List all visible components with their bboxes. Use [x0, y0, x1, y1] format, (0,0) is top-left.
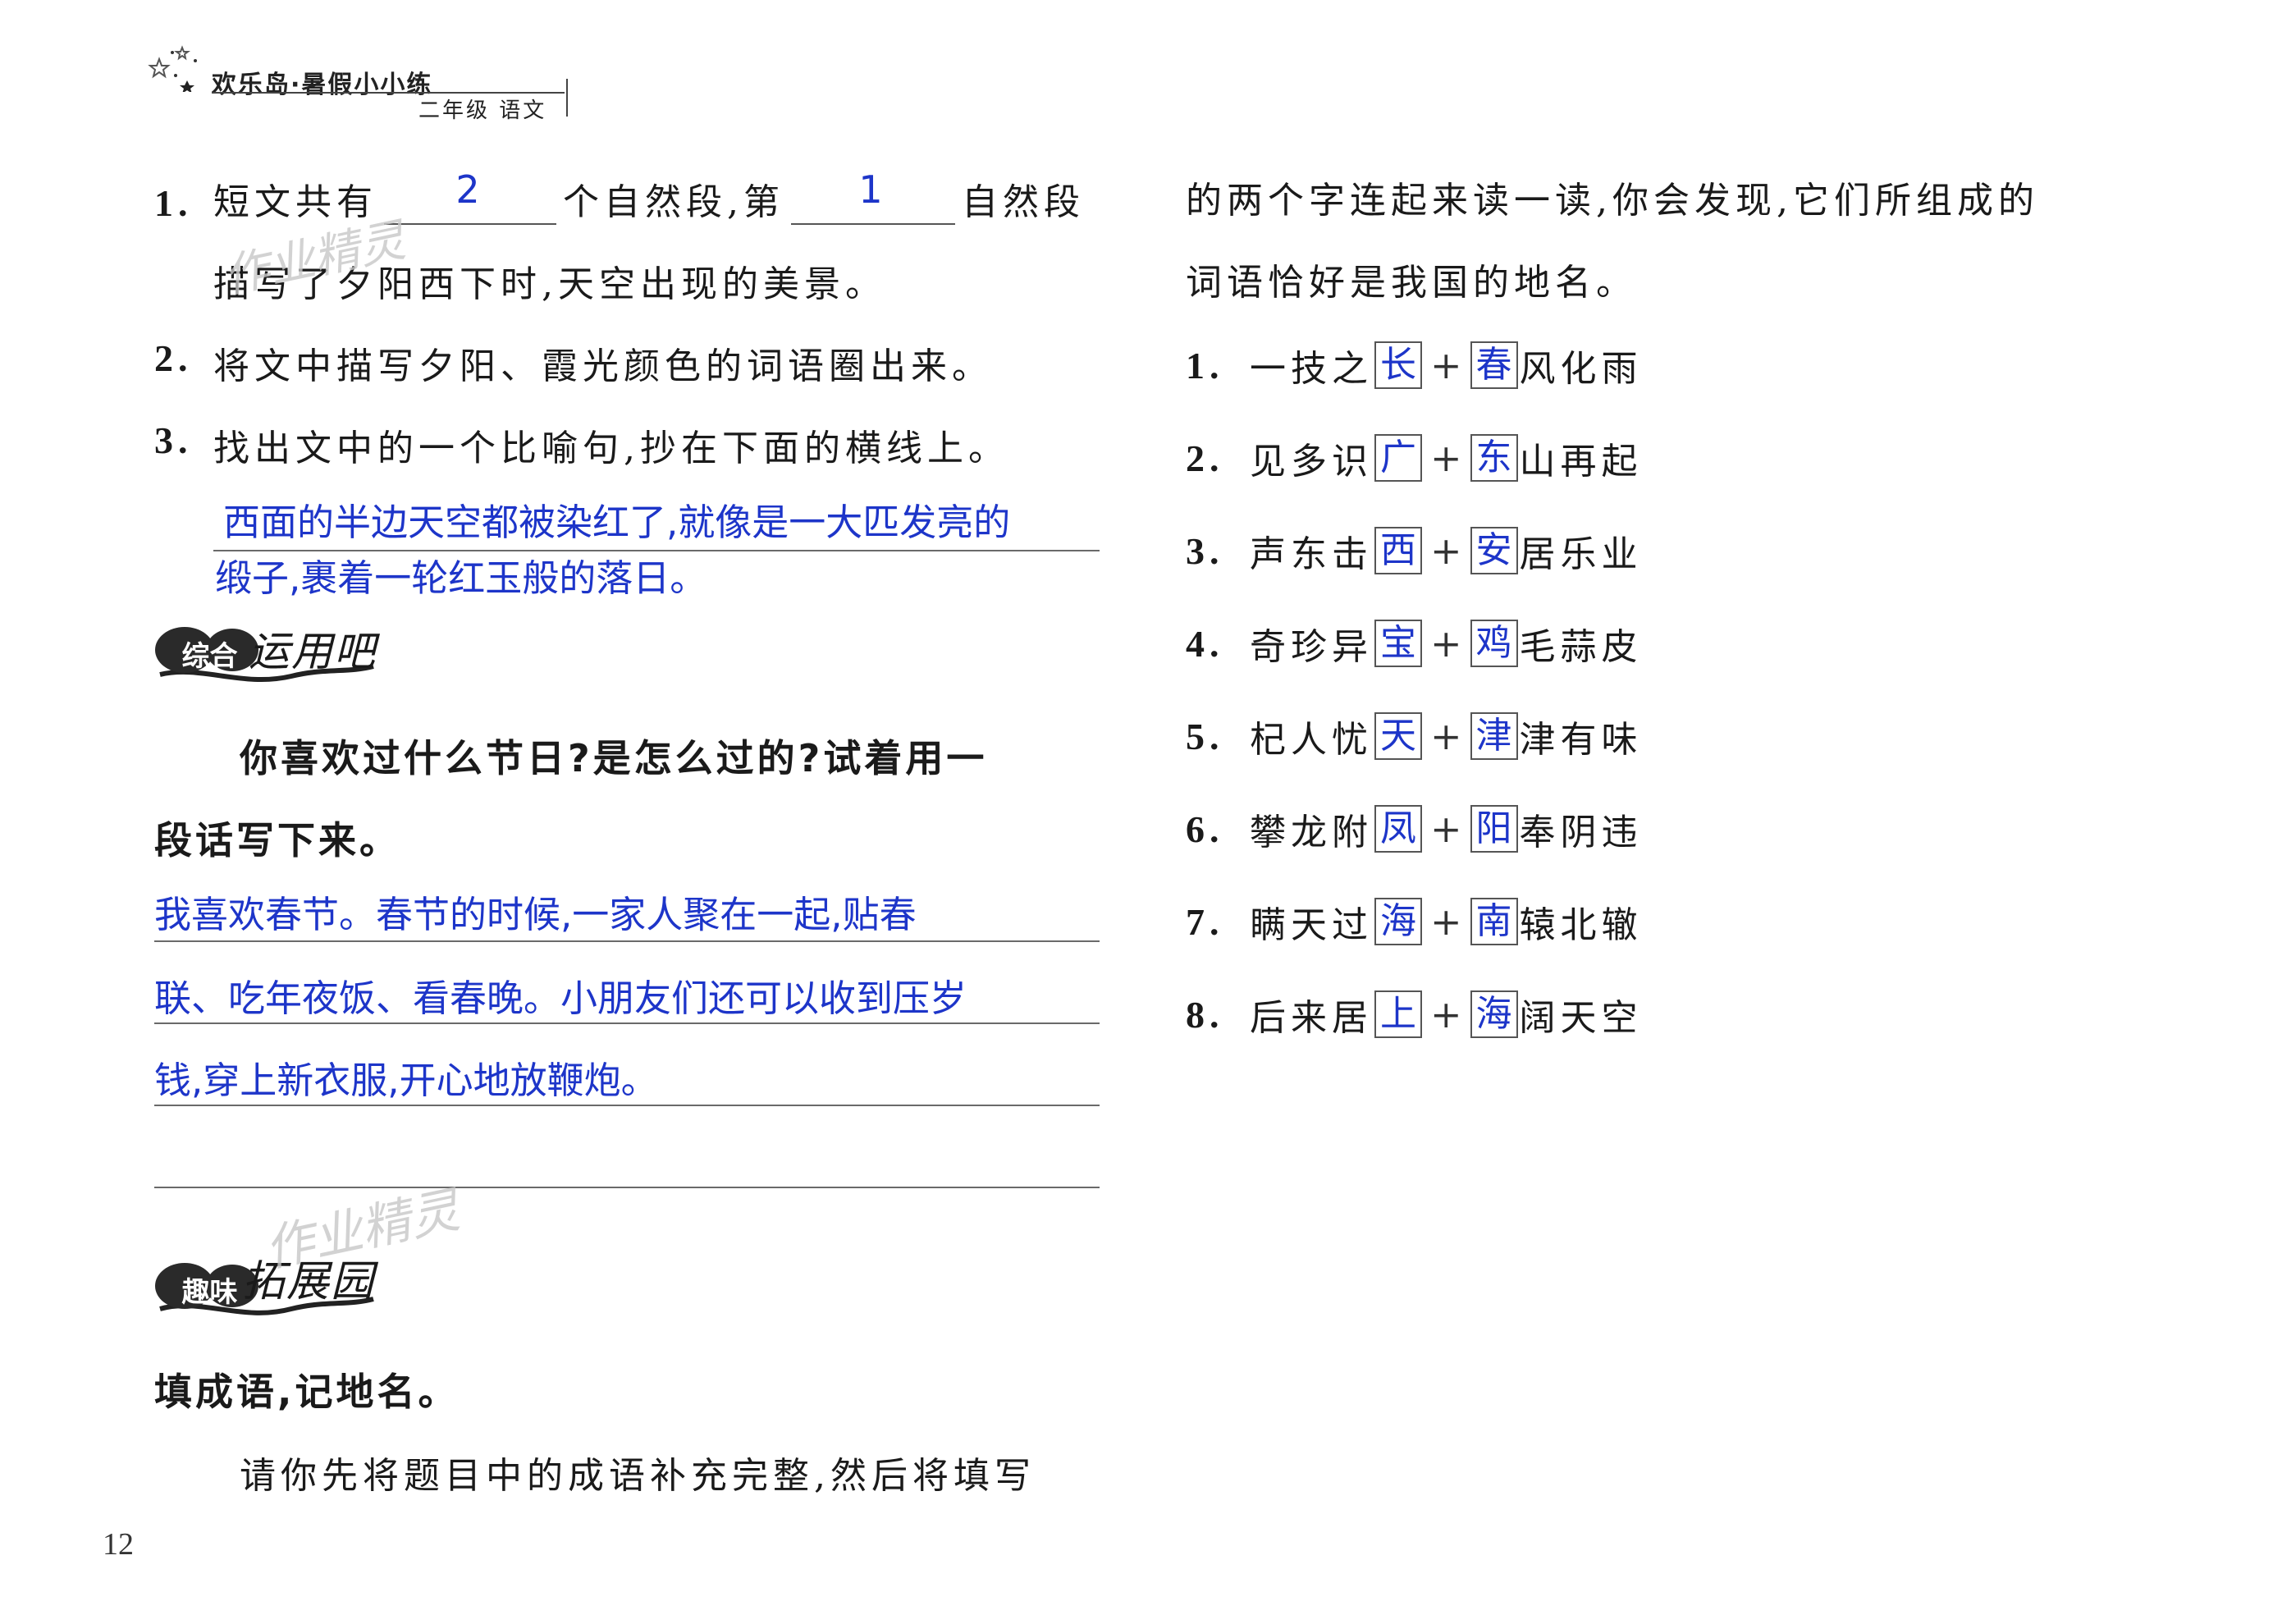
plus-icon: +: [1430, 714, 1462, 758]
idiom-suffix: 辕北辙: [1519, 904, 1643, 946]
answer-box[interactable]: 长: [1374, 341, 1422, 389]
idiom-suffix: 山再起: [1519, 441, 1643, 483]
answer-box[interactable]: 南: [1470, 898, 1518, 945]
idiom-item: 8. 后来居上 + 海阔天空: [1186, 986, 1643, 1043]
writing-answer-line: 钱,穿上新衣服,开心地放鞭炮。: [154, 1059, 658, 1102]
idiom-item: 5. 杞人忧天 + 津津有味: [1186, 707, 1643, 765]
extend-intro-line-2: 的两个字连起来读一读,你会发现,它们所组成的: [1186, 180, 2039, 222]
writing-answer-line: 联、吃年夜饭、看春晚。小朋友们还可以收到压岁: [154, 977, 967, 1020]
answer-rule: [154, 1022, 1100, 1024]
idiom-suffix: 毛蒜皮: [1519, 626, 1643, 668]
handwritten-answer: 2: [455, 167, 485, 212]
answer-box[interactable]: 安: [1470, 527, 1518, 574]
answer-rule: [154, 940, 1100, 942]
answer-box[interactable]: 东: [1470, 434, 1518, 482]
answer-rule: [154, 1187, 1100, 1188]
idiom-prefix: 声东击: [1250, 533, 1373, 575]
idiom-item: 3. 声东击西 + 安居乐业: [1186, 522, 1643, 579]
header-divider: [566, 79, 568, 117]
idiom-suffix: 风化雨: [1519, 348, 1643, 390]
idiom-suffix: 奉阴违: [1519, 812, 1643, 853]
answer-blank[interactable]: 1: [791, 167, 955, 225]
item-number: 8.: [1186, 993, 1224, 1036]
answer-box[interactable]: 宝: [1374, 620, 1422, 667]
extend-intro-line-1: 请你先将题目中的成语补充完整,然后将填写: [240, 1455, 1036, 1497]
answer-box[interactable]: 津: [1470, 712, 1518, 760]
series-title: 欢乐岛·暑假小小练: [212, 71, 433, 99]
item-number: 3.: [1186, 529, 1224, 572]
idiom-suffix: 居乐业: [1519, 533, 1643, 575]
extend-intro-line-3: 词语恰好是我国的地名。: [1186, 262, 1637, 304]
question-number: 3.: [154, 419, 193, 461]
idiom-item: 4. 奇珍异宝 + 鸡毛蒜皮: [1186, 615, 1643, 672]
question-2: 2. 将文中描写夕阳、霞光颜色的词语圈出来。: [154, 336, 993, 389]
item-number: 1.: [1186, 344, 1224, 387]
stars-icon: [148, 45, 197, 92]
answer-box[interactable]: 西: [1374, 527, 1422, 574]
writing-prompt-line-2: 段话写下来。: [154, 818, 400, 862]
q3-answer-line-2: 缎子,裹着一轮红玉般的落日。: [215, 556, 707, 600]
section-title: 运用吧: [249, 628, 377, 675]
writing-prompt-line-1: 你喜欢过什么节日?是怎么过的?试着用一: [240, 736, 988, 780]
plus-icon: +: [1430, 621, 1462, 666]
answer-blank[interactable]: 2: [384, 167, 556, 225]
question-3: 3. 找出文中的一个比喻句,抄在下面的横线上。: [154, 419, 1009, 471]
idiom-prefix: 见多识: [1250, 441, 1373, 483]
section-badge: 综合: [181, 640, 238, 673]
plus-icon: +: [1430, 528, 1462, 573]
idiom-item: 1. 一技之长 + 春风化雨: [1186, 336, 1643, 394]
item-number: 4.: [1186, 622, 1224, 665]
idiom-item: 7. 瞒天过海 + 南辕北辙: [1186, 893, 1643, 950]
answer-box[interactable]: 春: [1470, 341, 1518, 389]
question-text: 将文中描写夕阳、霞光颜色的词语圈出来。: [213, 345, 993, 387]
item-number: 5.: [1186, 715, 1224, 757]
plus-icon: +: [1430, 899, 1462, 944]
plus-icon: +: [1430, 343, 1462, 387]
plus-icon: +: [1430, 436, 1462, 480]
answer-rule: [154, 1105, 1100, 1106]
question-text: 找出文中的一个比喻句,抄在下面的横线上。: [213, 428, 1009, 469]
item-number: 6.: [1186, 807, 1224, 850]
idiom-prefix: 奇珍异: [1250, 626, 1373, 668]
q3-answer-line-1: 西面的半边天空都被染红了,就像是一大匹发亮的: [223, 501, 1011, 544]
idiom-prefix: 瞒天过: [1250, 904, 1373, 946]
answer-box[interactable]: 天: [1374, 712, 1422, 760]
question-1-line-1: 1. 短文共有 2 个自然段,第 1 自然段: [154, 167, 1085, 225]
answer-box[interactable]: 海: [1470, 990, 1518, 1038]
idiom-item: 6. 攀龙附凤 + 阳奉阴违: [1186, 800, 1643, 858]
question-number: 1.: [154, 182, 193, 224]
page-number: 12: [103, 1527, 134, 1562]
answer-box[interactable]: 阳: [1470, 805, 1518, 853]
idiom-suffix: 津有味: [1519, 719, 1643, 761]
question-number: 2.: [154, 337, 193, 379]
plus-icon: +: [1430, 807, 1462, 851]
idiom-item: 2. 见多识广 + 东山再起: [1186, 429, 1643, 487]
item-number: 2.: [1186, 437, 1224, 479]
idiom-prefix: 攀龙附: [1250, 812, 1373, 853]
answer-box[interactable]: 上: [1374, 990, 1422, 1038]
question-text: 自然段: [962, 181, 1085, 223]
answer-box[interactable]: 广: [1374, 434, 1422, 482]
answer-box[interactable]: 凤: [1374, 805, 1422, 853]
grade-subject: 二年级 语文: [418, 98, 547, 123]
idiom-prefix: 一技之: [1250, 348, 1373, 390]
answer-box[interactable]: 鸡: [1470, 620, 1518, 667]
writing-answer-line: 我喜欢春节。春节的时候,一家人聚在一起,贴春: [154, 893, 917, 936]
section-banner-apply: 综合 运用吧: [152, 615, 398, 689]
idiom-prefix: 杞人忧: [1250, 719, 1373, 761]
item-number: 7.: [1186, 900, 1224, 943]
extend-heading: 填成语,记地名。: [154, 1370, 460, 1414]
handwritten-answer: 1: [858, 167, 888, 212]
idiom-prefix: 后来居: [1250, 997, 1373, 1039]
answer-box[interactable]: 海: [1374, 898, 1422, 945]
idiom-suffix: 阔天空: [1519, 997, 1643, 1039]
plus-icon: +: [1430, 992, 1462, 1036]
question-text: 个自然段,第: [563, 181, 784, 223]
